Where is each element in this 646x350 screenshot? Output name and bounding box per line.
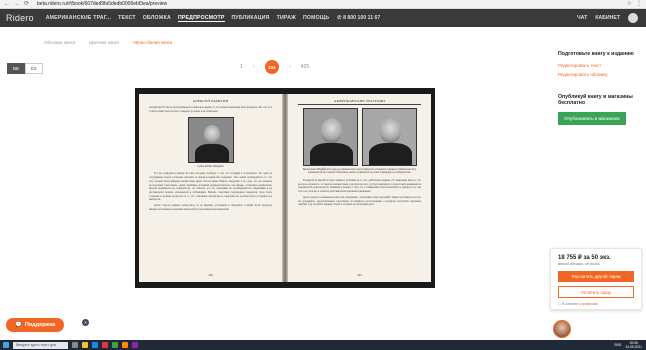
prepare-title: Подготовьте книгу к изданию bbox=[558, 51, 634, 57]
agree-checkbox[interactable]: ☐ Я согласен с правилами bbox=[558, 302, 634, 306]
format-tabs: Обложка книги Цветная книга Чёрно-белая … bbox=[44, 40, 172, 45]
view-spread-button[interactable]: ВБ bbox=[7, 63, 25, 74]
first-page[interactable]: 1 bbox=[240, 64, 243, 70]
url-field[interactable]: beta.ridero.ru/#/book/607ded9fa5dedb0006… bbox=[37, 0, 167, 9]
right-bottom-text: Далее уделялось внимание вопросам, связа… bbox=[298, 195, 421, 207]
tab-cover[interactable]: Обложка книги bbox=[44, 40, 75, 45]
last-page[interactable]: 425 bbox=[301, 64, 309, 70]
lang-indicator[interactable]: ENG bbox=[614, 343, 621, 347]
running-title-left: АЛЕКСЕЙ РАКИТИН bbox=[192, 99, 229, 103]
calc-run-button[interactable]: Рассчитать другой тираж bbox=[558, 271, 634, 282]
star-icon[interactable]: ☆ bbox=[627, 0, 632, 9]
logo[interactable]: Ridero bbox=[6, 13, 34, 23]
site-header: Ridero АМЕРИКАНСКИЕ ТРАГ... ТЕКСТ ОБЛОЖК… bbox=[0, 9, 646, 27]
nav-preview[interactable]: ПРЕДПРОСМОТР bbox=[177, 15, 225, 22]
chat-bubble-icon: 💬 bbox=[15, 322, 22, 328]
pay-button[interactable]: Оплатить сразу bbox=[558, 286, 634, 298]
chat-link[interactable]: ЧАТ bbox=[577, 15, 587, 21]
nav-help[interactable]: ПОМОЩЬ bbox=[303, 15, 329, 21]
clock[interactable]: 20:06 24.05.2021 bbox=[625, 341, 642, 349]
edit-cover-link[interactable]: Редактировать обложку bbox=[558, 72, 640, 77]
publish-button[interactable]: Опубликовать в магазинах bbox=[558, 111, 626, 125]
arrow-left-icon[interactable]: ‹ bbox=[253, 64, 255, 70]
chrome-icon[interactable] bbox=[112, 342, 118, 348]
phone-number: ✆ 8 800 100 11 67 bbox=[337, 15, 381, 21]
portrait-image-right bbox=[361, 108, 417, 166]
book-spread: АЛЕКСЕЙ РАКИТИН экспертами? Если он эксп… bbox=[135, 88, 435, 288]
tab-color-book[interactable]: Цветная книга bbox=[89, 40, 119, 45]
view-toggle: ВБ ЕЗ bbox=[7, 63, 43, 74]
nav-print-run[interactable]: ТИРАЖ bbox=[277, 15, 296, 21]
windows-start-icon[interactable] bbox=[3, 342, 9, 348]
nav-publication[interactable]: ПУБЛИКАЦИЯ bbox=[232, 15, 270, 21]
avatar[interactable] bbox=[628, 13, 638, 23]
right-sidebar: Подготовьте книгу к изданию Редактироват… bbox=[558, 51, 640, 125]
menu-icon[interactable]: ⋮ bbox=[636, 0, 642, 9]
agree-text: Я согласен с bbox=[561, 302, 582, 306]
price-subtitle: мягкая обложка, ч/б books bbox=[558, 262, 600, 266]
left-caption: Судья Мэйтс Штрейт bbox=[197, 165, 224, 169]
clock-date: 24.05.2021 bbox=[625, 345, 642, 349]
right-page: АМЕРИКАНСКИЕ ТРАГЕДИИ Бенджамин Шеффилд … bbox=[288, 94, 431, 282]
phone-text: 8 800 100 11 67 bbox=[343, 15, 381, 21]
pager: 1 ‹ 104 › 425 bbox=[240, 60, 309, 74]
rules-link[interactable]: правилами bbox=[582, 302, 598, 306]
right-caption: Бенджамин Шеффилд (слева) на протяжении … bbox=[302, 168, 417, 174]
price-card: 18 755 ₽ за 50 экз. мягкая обложка, ч/б … bbox=[550, 248, 642, 310]
explorer-icon[interactable] bbox=[82, 342, 88, 348]
book-title-menu[interactable]: АМЕРИКАНСКИЕ ТРАГ... bbox=[46, 15, 111, 21]
arrow-right-icon[interactable]: › bbox=[289, 64, 291, 70]
right-page-number: 105 bbox=[357, 273, 362, 277]
tab-bw-book[interactable]: Чёрно-белая книга bbox=[133, 40, 172, 45]
publish-title: Опубликуй книгу в магазины бесплатно bbox=[558, 93, 633, 107]
main-nav: АМЕРИКАНСКИЕ ТРАГ... ТЕКСТ ОБЛОЖКА ПРЕДП… bbox=[46, 15, 330, 22]
reload-icon[interactable]: ⟳ bbox=[24, 0, 29, 9]
close-icon[interactable]: ✕ bbox=[82, 319, 89, 326]
left-bottom-text: Далее сторона защиты попыталась, по её м… bbox=[149, 204, 272, 211]
back-icon[interactable]: ← bbox=[4, 0, 10, 9]
support-button[interactable]: 💬 Поддержка bbox=[6, 318, 65, 332]
left-top-text: экспертами? Если он эксплуатировался нек… bbox=[149, 106, 272, 113]
price-value: 18 755 ₽ за 50 экз. bbox=[558, 255, 611, 261]
portrait-image-left bbox=[302, 108, 358, 166]
browser-address-bar: ← → ⟳ beta.ridero.ru/#/book/607ded9fa5de… bbox=[0, 0, 646, 9]
current-page: 104 bbox=[264, 60, 279, 74]
task-view-icon[interactable] bbox=[72, 342, 78, 348]
chat-avatar[interactable] bbox=[553, 320, 571, 338]
app-icon[interactable] bbox=[102, 342, 108, 348]
taskbar: Введите здесь текст для поиска ENG 20:06… bbox=[0, 340, 646, 350]
cabinet-link[interactable]: КАБИНЕТ bbox=[595, 15, 620, 21]
edge-icon[interactable] bbox=[92, 342, 98, 348]
view-single-button[interactable]: ЕЗ bbox=[24, 63, 43, 74]
left-page: АЛЕКСЕЙ РАКИТИН экспертами? Если он эксп… bbox=[139, 94, 282, 282]
right-body-text: В каждой из версий не было прямого указа… bbox=[298, 179, 421, 194]
nav-cover[interactable]: ОБЛОЖКА bbox=[143, 15, 171, 21]
support-label: Поддержка bbox=[24, 322, 56, 328]
photo-pair bbox=[288, 108, 431, 166]
forward-icon[interactable]: → bbox=[14, 0, 20, 9]
taskbar-search[interactable]: Введите здесь текст для поиска bbox=[13, 341, 68, 350]
app3-icon[interactable] bbox=[132, 342, 138, 348]
header-right: ЧАТ КАБИНЕТ bbox=[577, 9, 638, 27]
left-body-text: Тут же подводятся данные России, который… bbox=[149, 172, 272, 202]
system-tray: ENG 20:06 24.05.2021 bbox=[614, 340, 642, 350]
app2-icon[interactable] bbox=[122, 342, 128, 348]
left-page-number: 104 bbox=[208, 273, 213, 277]
edit-text-link[interactable]: Редактировать текст bbox=[558, 63, 640, 68]
portrait-image bbox=[187, 117, 234, 164]
nav-text[interactable]: ТЕКСТ bbox=[118, 15, 136, 21]
running-title-right: АМЕРИКАНСКИЕ ТРАГЕДИИ bbox=[298, 99, 421, 105]
